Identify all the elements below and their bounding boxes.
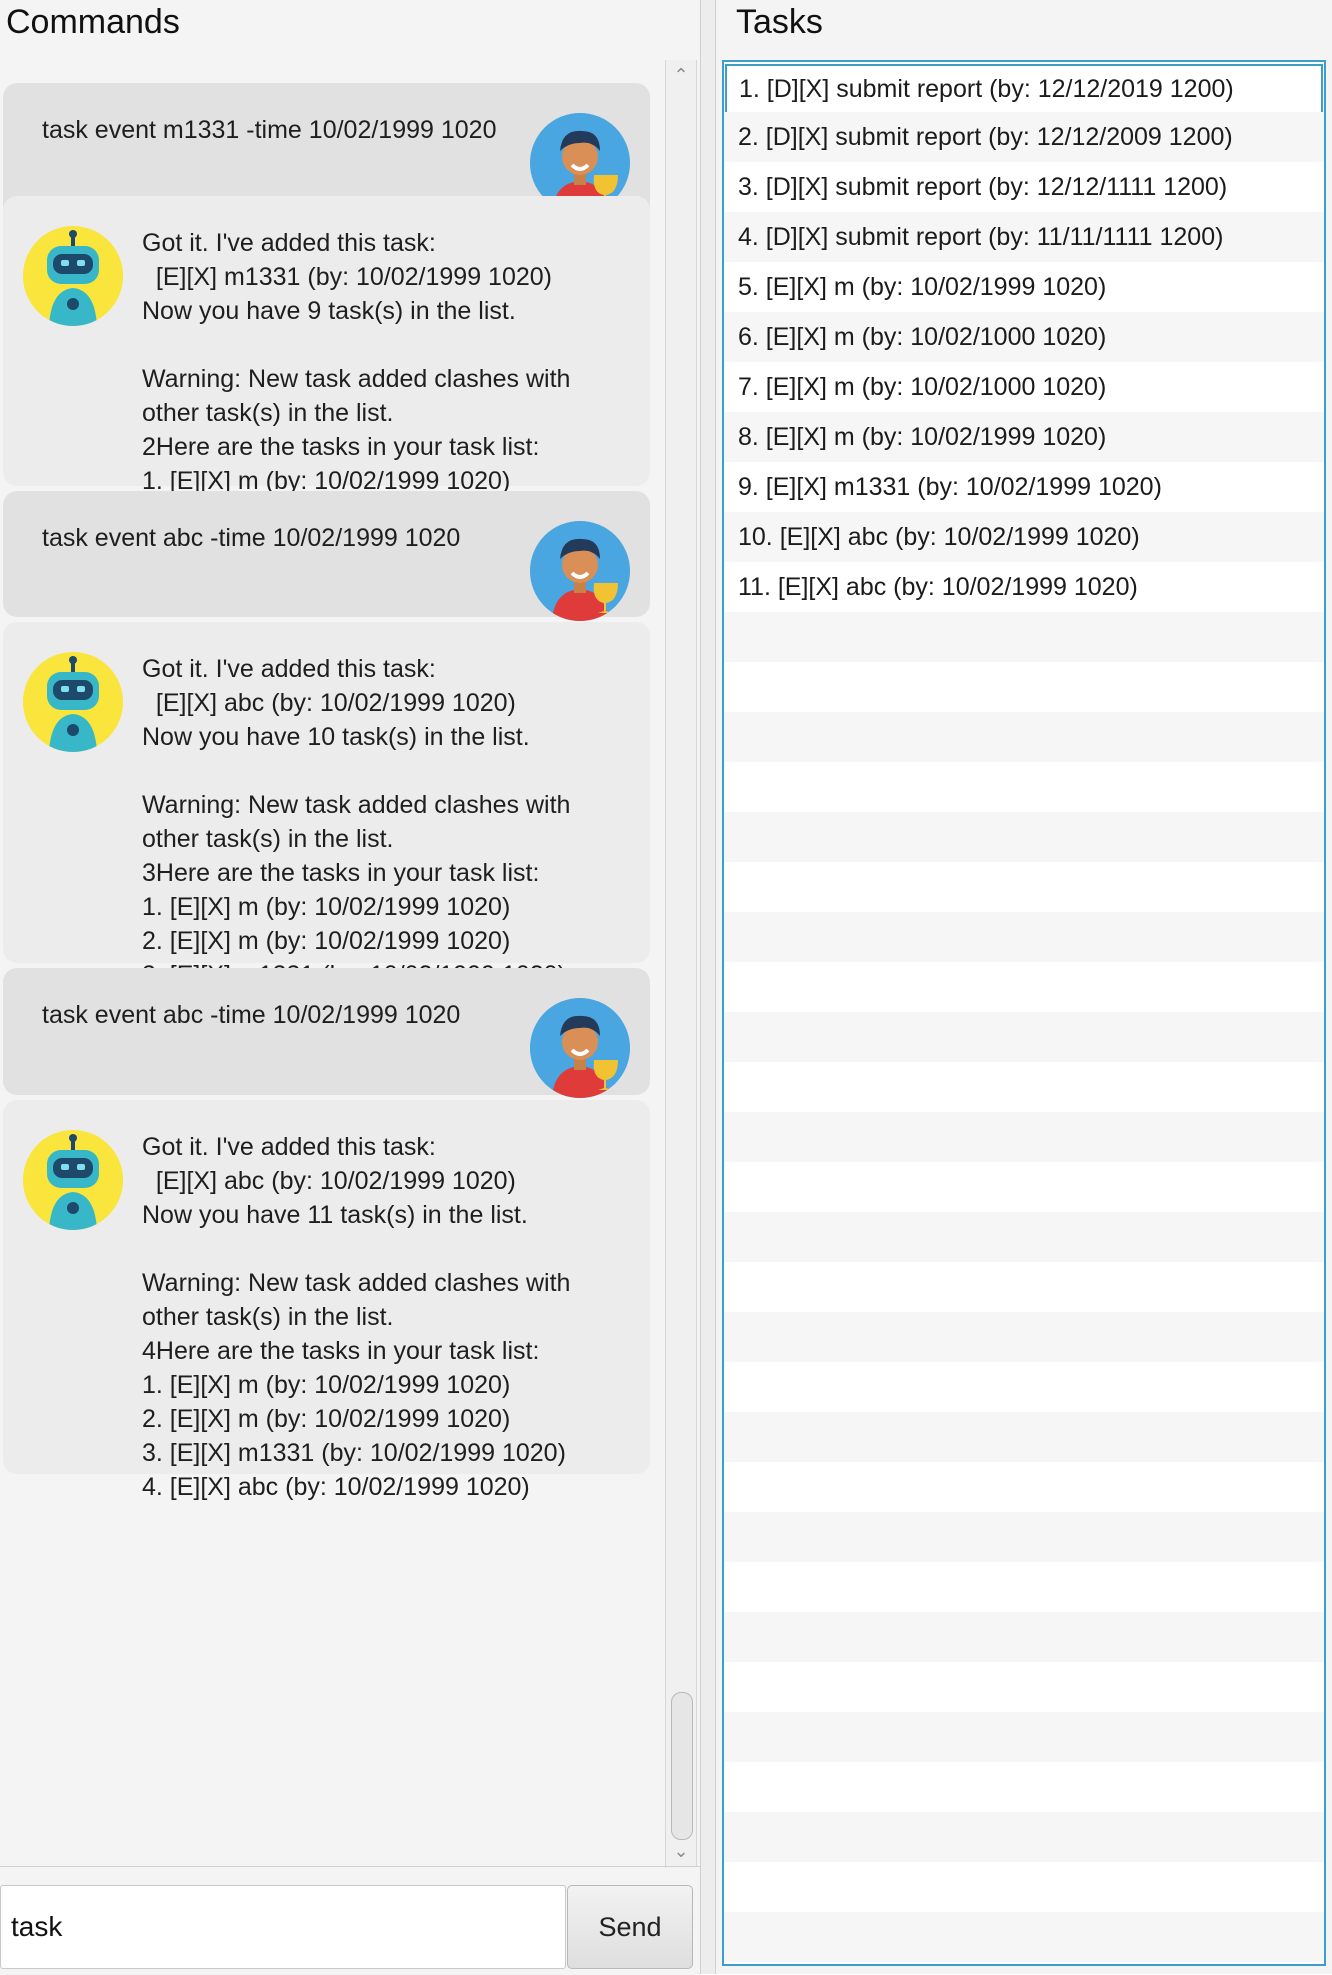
task-row[interactable]: 3. [D][X] submit report (by: 12/12/1111 … — [724, 162, 1324, 212]
empty-task-row — [724, 1262, 1324, 1312]
task-row[interactable]: 10. [E][X] abc (by: 10/02/1999 1020) — [724, 512, 1324, 562]
chat-scrollbar[interactable]: ⌃ ⌄ — [665, 60, 697, 1866]
empty-task-row — [724, 1162, 1324, 1212]
task-row[interactable]: 7. [E][X] m (by: 10/02/1000 1020) — [724, 362, 1324, 412]
empty-task-row — [724, 1112, 1324, 1162]
empty-task-row — [724, 1912, 1324, 1962]
empty-task-row — [724, 912, 1324, 962]
empty-task-row — [724, 1662, 1324, 1712]
empty-task-row — [724, 1562, 1324, 1612]
empty-task-row — [724, 662, 1324, 712]
bot-message-text: Got it. I've added this task: [E][X] abc… — [142, 1133, 571, 1501]
empty-task-row — [724, 862, 1324, 912]
bot-message-text: Got it. I've added this task: [E][X] abc… — [142, 655, 571, 989]
empty-task-row — [724, 612, 1324, 662]
bot-avatar-icon — [23, 1130, 123, 1230]
user-avatar — [530, 998, 630, 1098]
user-message-text: task event m1331 -time 10/02/1999 1020 — [42, 116, 497, 144]
user-avatar-icon — [530, 998, 630, 1098]
bot-avatar-icon — [23, 652, 123, 752]
bot-message-bubble: Got it. I've added this task: [E][X] abc… — [3, 622, 650, 989]
bot-message-text: Got it. I've added this task: [E][X] m13… — [142, 229, 571, 529]
scroll-thumb[interactable] — [671, 1692, 693, 1840]
task-row[interactable]: 5. [E][X] m (by: 10/02/1999 1020) — [724, 262, 1324, 312]
split-pane-divider[interactable] — [700, 0, 716, 1974]
bot-avatar — [23, 226, 123, 326]
empty-task-row — [724, 1362, 1324, 1412]
empty-task-row — [724, 1762, 1324, 1812]
commands-header: Commands — [0, 0, 700, 60]
bot-avatar-icon — [23, 226, 123, 326]
chevron-down-icon[interactable]: ⌄ — [666, 1836, 696, 1866]
user-avatar — [530, 521, 630, 621]
empty-task-row — [724, 812, 1324, 862]
task-row[interactable]: 11. [E][X] abc (by: 10/02/1999 1020) — [724, 562, 1324, 612]
empty-task-row — [724, 1512, 1324, 1562]
task-row[interactable]: 8. [E][X] m (by: 10/02/1999 1020) — [724, 412, 1324, 462]
tasks-pane: Tasks 1. [D][X] submit report (by: 12/12… — [716, 0, 1332, 1974]
bot-message-bubble: Got it. I've added this task: [E][X] abc… — [3, 1100, 650, 1501]
commands-pane: Commands task event m1331 -time 10/02/19… — [0, 0, 700, 1975]
task-row[interactable]: 4. [D][X] submit report (by: 11/11/1111 … — [724, 212, 1324, 262]
task-list[interactable]: 1. [D][X] submit report (by: 12/12/2019 … — [722, 60, 1326, 1966]
tasks-title: Tasks — [736, 3, 823, 41]
task-row[interactable]: 6. [E][X] m (by: 10/02/1000 1020) — [724, 312, 1324, 362]
empty-task-row — [724, 1612, 1324, 1662]
commands-title: Commands — [6, 3, 180, 41]
empty-task-row — [724, 1712, 1324, 1762]
bot-avatar — [23, 652, 123, 752]
chat-view[interactable]: task event m1331 -time 10/02/1999 1020 G… — [0, 60, 665, 1866]
task-row[interactable]: 9. [E][X] m1331 (by: 10/02/1999 1020) — [724, 462, 1324, 512]
empty-task-row — [724, 1462, 1324, 1512]
empty-task-row — [724, 1012, 1324, 1062]
empty-task-row — [724, 962, 1324, 1012]
chevron-up-icon[interactable]: ⌃ — [666, 60, 696, 90]
user-message-bubble: task event abc -time 10/02/1999 1020 — [3, 491, 650, 621]
empty-task-row — [724, 1412, 1324, 1462]
empty-task-row — [724, 762, 1324, 812]
command-input[interactable] — [0, 1885, 566, 1969]
empty-task-row — [724, 1212, 1324, 1262]
empty-task-row — [724, 1812, 1324, 1862]
send-button[interactable]: Send — [567, 1885, 693, 1969]
user-message-text: task event abc -time 10/02/1999 1020 — [42, 524, 461, 552]
empty-task-row — [724, 1862, 1324, 1912]
bot-avatar — [23, 1130, 123, 1230]
bot-message-bubble: Got it. I've added this task: [E][X] m13… — [3, 196, 650, 529]
empty-task-row — [724, 712, 1324, 762]
user-message-bubble: task event abc -time 10/02/1999 1020 — [3, 968, 650, 1098]
task-row[interactable]: 1. [D][X] submit report (by: 12/12/2019 … — [725, 64, 1323, 114]
user-avatar-icon — [530, 521, 630, 621]
input-bar: Send — [0, 1866, 700, 1975]
task-row[interactable]: 2. [D][X] submit report (by: 12/12/2009 … — [724, 112, 1324, 162]
empty-task-row — [724, 1312, 1324, 1362]
empty-task-row — [724, 1062, 1324, 1112]
user-message-text: task event abc -time 10/02/1999 1020 — [42, 1001, 461, 1029]
